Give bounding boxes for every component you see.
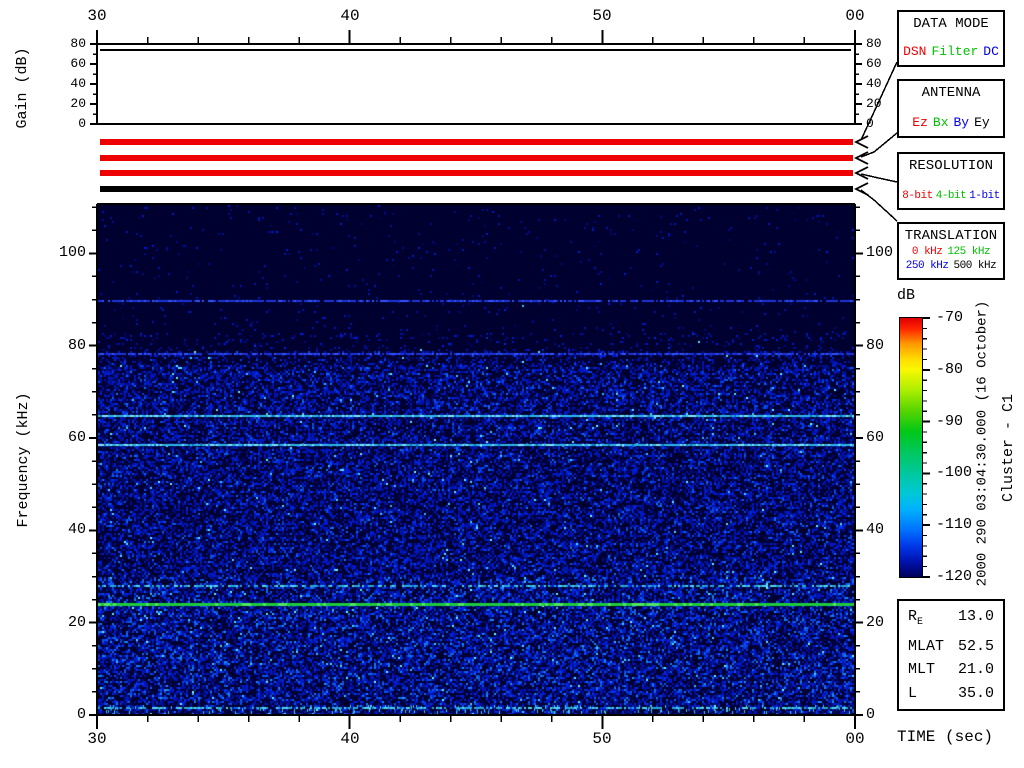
translation-title: TRANSLATION xyxy=(904,228,998,244)
gain-tick-label-right: 20 xyxy=(866,96,882,111)
option-4bit: 4-bit xyxy=(935,190,967,202)
gain-tick-label-right: 60 xyxy=(866,56,882,71)
resolution-legend-box: RESOLUTION 8-bit 4-bit 1-bit xyxy=(897,152,1005,210)
datetime-annotation: 2000 290 03:04:30.000 (16 October) xyxy=(974,300,991,587)
option-8bit: 8-bit xyxy=(902,190,933,202)
resolution-status-bar xyxy=(100,170,853,176)
gain-tick-label: 80 xyxy=(70,36,86,51)
x-tick-label-bottom: 40 xyxy=(340,730,360,748)
data-mode-status-bar xyxy=(100,139,853,145)
freq-tick-label: 40 xyxy=(67,521,86,538)
resolution-title: RESOLUTION xyxy=(908,158,993,174)
option-1bit: 1-bit xyxy=(969,190,1000,202)
data-mode-options: DSN Filter DC xyxy=(903,45,999,59)
gain-axis-title: Gain (dB) xyxy=(14,47,31,129)
x-tick-label-top: 00 xyxy=(845,7,865,25)
resolution-options: 8-bit 4-bit 1-bit xyxy=(902,190,1000,202)
l-label: L xyxy=(908,684,918,702)
frequency-axis-title: Frequency (kHz) xyxy=(15,392,32,528)
antenna-status-bar xyxy=(100,155,853,161)
translation-options: 0 kHz 125 kHz 250 kHz 500 kHz xyxy=(905,246,997,272)
spacecraft-annotation: Cluster - C1 xyxy=(1000,393,1017,503)
translation-legend-box: TRANSLATION 0 kHz 125 kHz 250 kHz 500 kH… xyxy=(897,222,1005,280)
option-dsn: DSN xyxy=(903,44,927,59)
x-tick-label-bottom: 00 xyxy=(845,730,865,748)
option-500khz: 500 kHz xyxy=(953,260,997,272)
antenna-legend-box: ANTENNA Ez Bx By Ey xyxy=(897,79,1005,138)
mlt-value: 21.0 xyxy=(957,661,994,679)
colorbar xyxy=(900,318,922,577)
option-125khz: 125 kHz xyxy=(947,246,991,258)
x-tick-label-top: 50 xyxy=(592,7,612,25)
x-tick-label-bottom: 50 xyxy=(592,730,612,748)
l-value: 35.0 xyxy=(957,684,994,702)
l-row: L 35.0 xyxy=(899,685,1003,702)
x-tick-label-top: 40 xyxy=(340,7,360,25)
option-bx: Bx xyxy=(932,115,949,130)
re-row: RE 13.0 xyxy=(899,608,1003,631)
freq-tick-label: 60 xyxy=(67,429,86,446)
freq-tick-label: 80 xyxy=(67,337,86,354)
colorbar-unit-label: dB xyxy=(897,287,916,304)
gain-tick-label: 20 xyxy=(70,96,86,111)
gain-tick-label: 40 xyxy=(70,76,86,91)
antenna-title: ANTENNA xyxy=(921,85,981,101)
re-label: RE xyxy=(908,608,924,629)
freq-tick-label: 0 xyxy=(76,706,86,723)
translation-status-bar xyxy=(100,186,853,192)
antenna-options: Ez Bx By Ey xyxy=(912,116,989,130)
gain-tick-label-right: 40 xyxy=(866,76,882,91)
option-0khz: 0 kHz xyxy=(911,246,943,258)
gain-tick-label: 0 xyxy=(78,116,86,131)
option-by: By xyxy=(953,115,970,130)
mlt-label: MLT xyxy=(908,661,936,679)
spectrogram-heatmap xyxy=(98,205,854,714)
mlat-label: MLAT xyxy=(908,637,945,655)
x-tick-label-top: 30 xyxy=(87,7,107,25)
freq-tick-label: 100 xyxy=(58,244,86,261)
option-ez: Ez xyxy=(912,115,928,130)
gain-tick-label-right: 80 xyxy=(866,36,882,51)
mlt-row: MLT 21.0 xyxy=(899,661,1003,678)
freq-tick-label: 20 xyxy=(67,614,86,631)
option-filter: Filter xyxy=(931,44,979,59)
mlat-row: MLAT 52.5 xyxy=(899,638,1003,655)
x-tick-label-bottom: 30 xyxy=(87,730,107,748)
time-axis-title: TIME (sec) xyxy=(897,728,994,746)
option-250khz: 250 kHz xyxy=(905,260,949,272)
option-ey: Ey xyxy=(974,115,990,130)
gain-tick-label: 60 xyxy=(70,56,86,71)
option-dc: DC xyxy=(983,44,999,59)
wbd-spectrogram-display: Gain (dB) Frequency (kHz) 30 40 50 00 30… xyxy=(0,0,1024,768)
re-value: 13.0 xyxy=(957,608,994,626)
mlat-value: 52.5 xyxy=(957,637,994,655)
data-mode-legend-box: DATA MODE DSN Filter DC xyxy=(897,10,1005,67)
data-mode-title: DATA MODE xyxy=(913,16,989,32)
gain-tick-label-right: 0 xyxy=(866,116,874,131)
orbit-info-box: RE 13.0 MLAT 52.5 MLT 21.0 L 35.0 xyxy=(897,599,1005,711)
